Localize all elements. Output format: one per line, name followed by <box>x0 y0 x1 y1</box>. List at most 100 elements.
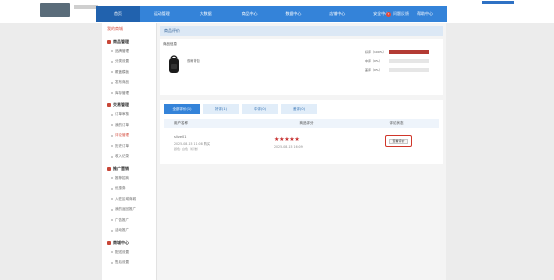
nav-item-3[interactable]: 商品中心 <box>228 6 272 22</box>
sidebar-item-label: 我的返回推广 <box>115 207 136 212</box>
bullet-icon <box>111 124 113 127</box>
sidebar-item[interactable]: 推荐招商 <box>102 173 156 184</box>
sidebar-item[interactable]: 分类设置 <box>102 57 156 68</box>
page-title: 商品评价 <box>160 26 443 36</box>
rating-bar-fill <box>389 49 429 54</box>
bullet-icon <box>111 251 113 254</box>
sidebar-item[interactable]: 广告推广 <box>102 215 156 226</box>
rating-row: 中评（0%） <box>365 56 438 65</box>
help-link[interactable]: ? 问题反馈 <box>386 6 409 22</box>
sidebar-item[interactable]: 覆盖模板 <box>102 67 156 78</box>
review-tab-1[interactable]: 好评(1) <box>203 104 239 114</box>
bullet-icon <box>111 50 113 53</box>
bullet-icon <box>111 81 113 84</box>
nav-item-5[interactable]: 店铺中心 <box>315 6 359 22</box>
view-review-button[interactable]: 查看评价 <box>389 138 408 144</box>
sidebar-item[interactable]: 优惠券 <box>102 184 156 195</box>
sidebar-item-label: 优惠券 <box>115 186 126 191</box>
sidebar-item[interactable]: 配送设置 <box>102 247 156 258</box>
bullet-icon <box>111 60 113 63</box>
product-section-title: 商品信息 <box>163 42 177 46</box>
bullet-icon <box>111 134 113 137</box>
bullet-icon <box>111 71 113 74</box>
sidebar-item[interactable]: 评论管理 <box>102 131 156 142</box>
section-icon <box>107 166 111 171</box>
rating-bar <box>389 58 429 63</box>
sidebar-item[interactable]: 入驻区域商城 <box>102 194 156 205</box>
section-icon <box>107 103 111 107</box>
bullet-icon <box>111 198 113 201</box>
sidebar-item[interactable]: 我的返回推广 <box>102 205 156 216</box>
review-tabs: 全部评价(1) 好评(1) 中评(0) 差评(0) <box>164 104 317 114</box>
sidebar-item-label: 收入记录 <box>115 154 129 159</box>
bullet-icon <box>111 219 113 222</box>
sidebar-item[interactable]: 发布商品 <box>102 78 156 89</box>
sidebar-item[interactable]: 我的订单 <box>102 120 156 131</box>
rating-summary: 好评（100%） 中评（0%） 差评（0%） <box>365 47 438 74</box>
nav-item-1[interactable]: 运动管理 <box>140 6 184 22</box>
header-status: 评论状态 <box>389 121 404 125</box>
sidebar-section-3[interactable]: 商城中心 <box>102 238 156 247</box>
sidebar-section-title: 商城中心 <box>113 239 129 245</box>
sidebar-section-title: 商品管理 <box>113 38 129 44</box>
header-buyer: 用户名称 <box>174 121 188 125</box>
sidebar-item-label: 配送设置 <box>115 249 129 254</box>
sidebar-section-1[interactable]: 交易管理 <box>102 101 156 110</box>
sidebar-item-label: 推荐招商 <box>115 175 129 180</box>
nav-item-0[interactable]: 首页 <box>96 6 140 22</box>
product-name: 双肩背包 <box>187 59 200 63</box>
logo-subtitle <box>74 5 98 9</box>
sidebar-item-label: 历史订单 <box>115 143 129 148</box>
sidebar-item[interactable]: 收入记录 <box>102 152 156 163</box>
rating-bar <box>389 49 429 54</box>
sidebar-item-label: 我的订单 <box>115 122 129 127</box>
sidebar-item-label: 售后设置 <box>115 260 129 265</box>
product-variant: 颜色: 白色（标准） <box>174 147 200 151</box>
section-icon <box>107 240 111 245</box>
bullet-icon <box>111 145 113 148</box>
sidebar-section-2[interactable]: 推广营销 <box>102 164 156 173</box>
site-logo[interactable] <box>40 3 70 17</box>
sidebar-item-label: 发布商品 <box>115 80 129 85</box>
star-rating: ★★★★★ <box>274 136 300 143</box>
star-icon: ★ <box>294 136 300 143</box>
review-tab-3[interactable]: 差评(0) <box>281 104 317 114</box>
sidebar-item-label: 覆盖模板 <box>115 69 129 74</box>
sidebar-item[interactable]: 品牌管理 <box>102 46 156 57</box>
sidebar-section-0[interactable]: 商品管理 <box>102 37 156 46</box>
sidebar-section-title: 推广营销 <box>113 165 129 171</box>
nav-item-2[interactable]: 大数据 <box>184 6 228 22</box>
help-icon: ? <box>386 11 391 17</box>
sidebar-item-label: 分类设置 <box>115 59 129 64</box>
nav-item-7[interactable]: 帮助中心 <box>403 6 447 22</box>
sidebar-item-label: 入驻区域商城 <box>115 196 136 201</box>
sidebar-item-label: 库存管理 <box>115 90 129 95</box>
sidebar-item-label: 评论管理 <box>115 133 129 138</box>
bullet-icon <box>111 208 113 211</box>
sidebar-item[interactable]: 历史订单 <box>102 141 156 152</box>
product-info-panel: 商品信息 双肩背包 好评（100%） 中评（0%） 差评（0%） <box>160 39 443 95</box>
rating-bar <box>389 67 429 72</box>
nav-item-4[interactable]: 数据中心 <box>272 6 316 22</box>
sidebar-item[interactable]: 活动推广 <box>102 226 156 237</box>
top-right-link[interactable] <box>482 1 514 4</box>
sidebar-item[interactable]: 库存管理 <box>102 88 156 99</box>
backpack-image <box>169 55 179 73</box>
action-highlight: 查看评价 <box>385 135 412 147</box>
review-tab-0[interactable]: 全部评价(1) <box>164 104 200 114</box>
sidebar-item[interactable]: 订单审核 <box>102 110 156 121</box>
sidebar-item[interactable]: 售后设置 <box>102 258 156 269</box>
review-panel: 全部评价(1) 好评(1) 中评(0) 差评(0) 用户名称 商品评分 评论状态 sl… <box>160 100 443 164</box>
sidebar-section-title: 交易管理 <box>113 102 129 107</box>
sidebar-home-link[interactable]: 我的商城 <box>102 23 156 35</box>
rating-row: 差评（0%） <box>365 65 438 74</box>
buyer-name: slive01 <box>174 135 187 139</box>
sidebar-item-label: 品牌管理 <box>115 48 129 53</box>
bullet-icon <box>111 113 113 116</box>
bullet-icon <box>111 177 113 180</box>
review-table-header: 用户名称 商品评分 评论状态 <box>164 119 439 128</box>
bullet-icon <box>111 155 113 158</box>
rating-time: 2025-08-15 16:09 <box>274 145 303 149</box>
review-tab-2[interactable]: 中评(0) <box>242 104 278 114</box>
rating-label: 好评（100%） <box>365 49 386 54</box>
